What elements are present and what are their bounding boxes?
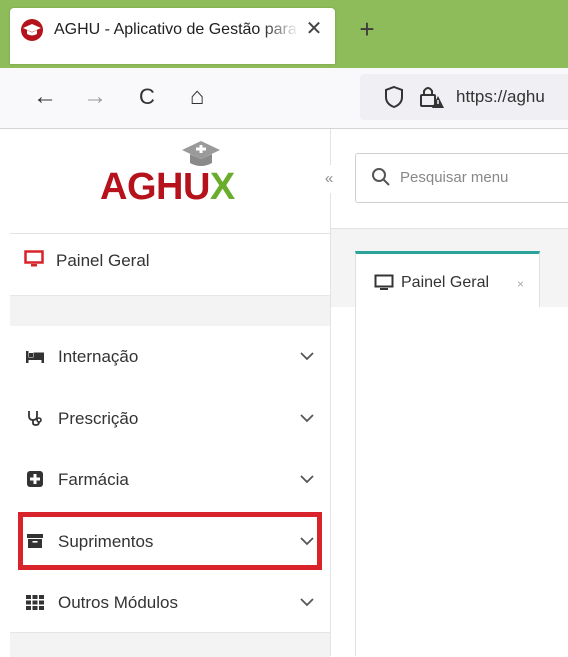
lock-icon[interactable]	[418, 84, 446, 110]
medical-plus-icon	[26, 470, 43, 488]
chevron-down-icon[interactable]	[296, 345, 318, 367]
sidebar-item-label: Prescrição	[58, 409, 139, 428]
graduation-cap-icon	[20, 18, 44, 42]
aghux-logo[interactable]: AGHUX	[100, 163, 235, 211]
monitor-icon	[24, 250, 44, 268]
browser-tab-title: AGHU - Aplicativo de Gestão para Hospita…	[54, 21, 299, 38]
sidebar-separator	[10, 295, 330, 326]
url-text[interactable]: https://aghu	[456, 84, 545, 110]
monitor-icon	[374, 274, 394, 292]
logo-accent-text: X	[209, 166, 235, 208]
reload-icon[interactable]: C	[130, 80, 164, 114]
home-icon[interactable]: ⌂	[180, 80, 214, 114]
forward-icon[interactable]: →	[78, 80, 112, 114]
sidebar-item-farmacia[interactable]: Farmácia	[10, 450, 330, 510]
chevron-down-icon[interactable]	[296, 407, 318, 429]
stethoscope-icon	[26, 409, 42, 427]
sidebar-item-label: Internação	[58, 347, 139, 366]
search-input[interactable]	[400, 166, 560, 188]
sidebar-item-label: Farmácia	[58, 470, 129, 489]
sidebar-item-internacao[interactable]: Internação	[10, 327, 330, 387]
back-icon[interactable]: ←	[28, 80, 62, 114]
collapse-sidebar-button[interactable]: «	[318, 165, 340, 193]
main-content	[355, 307, 568, 656]
highlight-box	[18, 512, 322, 570]
close-icon[interactable]: ×	[517, 277, 524, 291]
shield-icon[interactable]	[383, 85, 405, 109]
sidebar-item-prescricao[interactable]: Prescrição	[10, 389, 330, 449]
sidebar-item-outros-modulos[interactable]: Outros Módulos	[10, 573, 330, 633]
tab-label: Painel Geral	[401, 274, 490, 291]
bed-icon	[26, 347, 44, 365]
chevron-down-icon[interactable]	[296, 591, 318, 613]
new-tab-button[interactable]: +	[352, 14, 382, 44]
chevron-down-icon[interactable]	[296, 468, 318, 490]
sidebar-item-label: Outros Módulos	[58, 593, 178, 612]
close-tab-icon[interactable]: ✕	[302, 17, 326, 41]
sidebar-item-label: Painel Geral	[56, 251, 150, 270]
grid-icon	[26, 593, 44, 611]
sidebar-footer	[10, 632, 330, 657]
search-icon	[370, 166, 392, 188]
logo-main-text: AGHU	[100, 166, 210, 208]
